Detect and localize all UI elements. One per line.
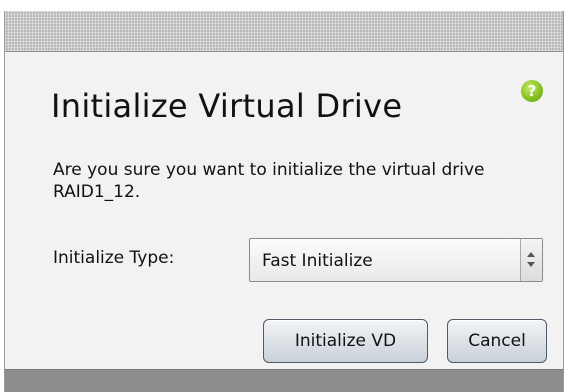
initialize-vd-button[interactable]: Initialize VD (263, 319, 428, 363)
screen: ? Initialize Virtual Drive Are you sure … (0, 0, 573, 392)
arrow-up-icon (527, 252, 535, 257)
initialize-virtual-drive-dialog: ? Initialize Virtual Drive Are you sure … (4, 11, 564, 392)
help-icon[interactable]: ? (521, 80, 543, 102)
initialize-type-label: Initialize Type: (53, 248, 175, 268)
dialog-title: Initialize Virtual Drive (51, 87, 403, 125)
cancel-button[interactable]: Cancel (447, 319, 547, 363)
dialog-footer-bar (5, 369, 563, 392)
dialog-title-bar[interactable] (5, 11, 563, 52)
initialize-type-select[interactable]: Fast Initialize (249, 238, 543, 282)
select-stepper-icon[interactable] (520, 239, 542, 281)
initialize-type-selected-value: Fast Initialize (262, 251, 373, 271)
confirmation-message: Are you sure you want to initialize the … (53, 160, 485, 202)
arrow-down-icon (527, 262, 535, 267)
